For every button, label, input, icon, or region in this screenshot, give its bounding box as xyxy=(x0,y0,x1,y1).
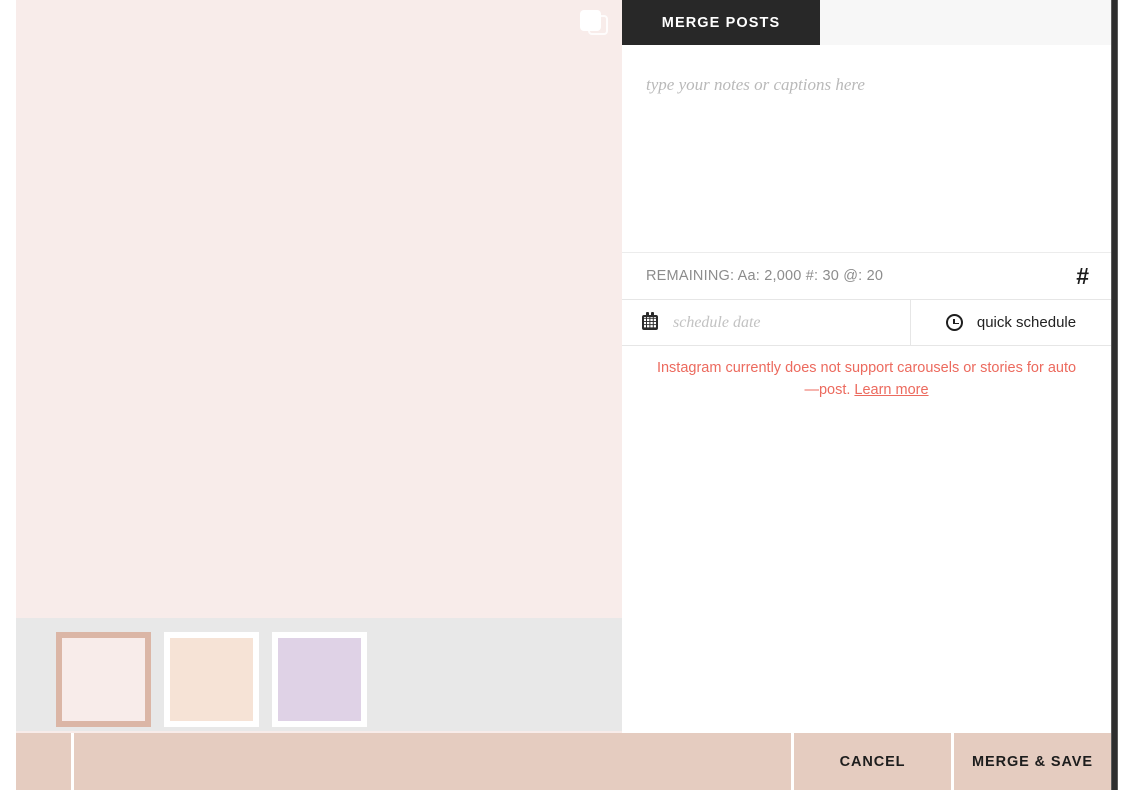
image-preview[interactable] xyxy=(16,0,622,618)
warning-message-box: Instagram currently does not support car… xyxy=(622,346,1111,402)
merge-and-save-button[interactable]: MERGE & SAVE xyxy=(951,733,1111,790)
hashtag-icon[interactable]: # xyxy=(1076,264,1089,288)
duplicate-icon-front-square xyxy=(580,10,601,31)
notes-input-area[interactable]: type your notes or captions here xyxy=(622,45,1111,253)
thumbnail-item-1[interactable] xyxy=(56,632,151,727)
remaining-counter-row: REMAINING: Aa: 2,000 #: 30 @: 20 # xyxy=(622,253,1111,300)
left-media-panel xyxy=(16,0,622,789)
merge-posts-dialog: MERGE POSTS type your notes or captions … xyxy=(0,0,1134,812)
left-footer-cell-a[interactable] xyxy=(16,733,74,790)
footer-spacer xyxy=(622,733,794,790)
schedule-date-field[interactable]: schedule date xyxy=(622,300,911,345)
quick-schedule-label: quick schedule xyxy=(976,314,1077,331)
tab-merge-posts[interactable]: MERGE POSTS xyxy=(622,0,820,45)
thumbnail-image-3 xyxy=(278,638,361,721)
thumbnail-image-2 xyxy=(170,638,253,721)
clock-icon xyxy=(945,314,963,331)
quick-schedule-button[interactable]: quick schedule xyxy=(911,300,1111,345)
vertical-scrollbar[interactable] xyxy=(1111,0,1118,790)
left-footer-cell-b[interactable] xyxy=(74,733,622,790)
thumbnail-list xyxy=(56,632,367,727)
thumbnail-item-2[interactable] xyxy=(164,632,259,727)
remaining-counter-text: REMAINING: Aa: 2,000 #: 30 @: 20 xyxy=(646,268,884,284)
calendar-icon xyxy=(642,312,658,330)
duplicate-icon[interactable] xyxy=(580,10,610,36)
thumbnail-item-3[interactable] xyxy=(272,632,367,727)
learn-more-link[interactable]: Learn more xyxy=(854,382,928,398)
thumbnail-image-1 xyxy=(62,638,145,721)
warning-message: Instagram currently does not support car… xyxy=(656,357,1077,402)
cancel-button[interactable]: CANCEL xyxy=(794,733,951,790)
tab-bar: MERGE POSTS xyxy=(622,0,1111,56)
thumbnail-strip xyxy=(16,618,622,731)
schedule-row: schedule date quick schedule xyxy=(622,300,1111,346)
merge-posts-form-panel: MERGE POSTS type your notes or captions … xyxy=(622,0,1111,789)
notes-placeholder: type your notes or captions here xyxy=(646,75,865,94)
left-footer-bar xyxy=(16,733,622,790)
scrollbar-thumb[interactable] xyxy=(1112,0,1117,790)
schedule-date-placeholder: schedule date xyxy=(673,313,761,331)
dialog-footer-bar: CANCEL MERGE & SAVE xyxy=(622,733,1111,790)
